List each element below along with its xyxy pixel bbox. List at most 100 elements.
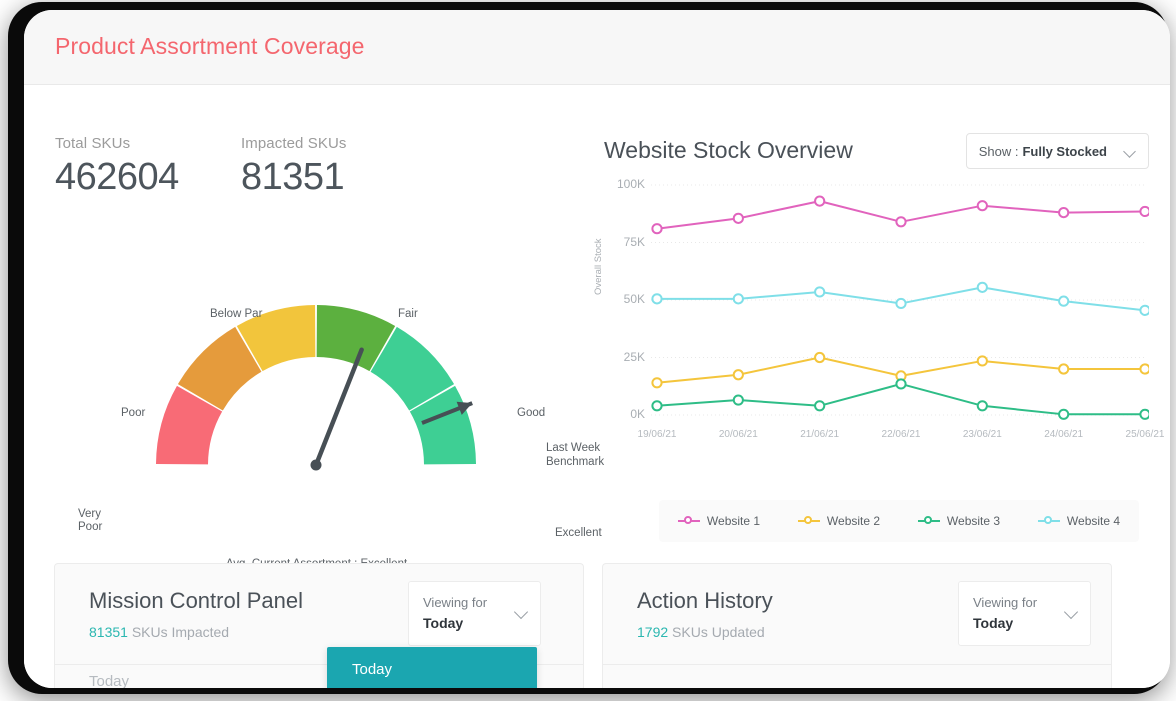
action-panel-count-suffix: SKUs Updated [672,624,765,640]
chart-data-point[interactable] [976,400,988,412]
mission-viewing-dropdown[interactable]: Viewing for Today [408,581,541,646]
action-panel-count: 1792 [637,624,669,640]
legend-label: Website 3 [946,514,1001,528]
kpi-impacted-skus-value: 81351 [241,156,345,198]
kpi-impacted-skus-label: Impacted SKUs [241,135,347,152]
chart-data-point[interactable] [814,400,826,412]
chart-data-point[interactable] [732,394,744,406]
legend-marker-icon [1037,515,1060,527]
gauge-needle [313,347,364,468]
chart-x-tick: 20/06/21 [718,429,758,440]
chart-x-tick: 19/06/21 [637,429,677,440]
gauge-label-good: Good [517,407,546,419]
chart-data-point[interactable] [1139,408,1151,420]
gauge-label-very-poor: Very Poor [78,508,103,533]
action-history-panel: Action History 1792 SKUs Updated Viewing… [602,563,1112,688]
chart-data-point[interactable] [976,281,988,293]
chart-y-tick: 50K [623,292,645,306]
dropdown-option-today[interactable]: Today [352,661,392,678]
chart-legend: Website 1 Website 2 Website 3 Website 4 [659,500,1139,542]
legend-item[interactable]: Website 1 [677,514,761,528]
gauge-label-fair: Fair [398,308,418,320]
chart-data-point[interactable] [651,400,663,412]
legend-marker-icon [677,515,700,527]
chart-data-point[interactable] [814,195,826,207]
gauge-svg [156,305,476,471]
chart-title: Website Stock Overview [604,137,853,163]
chart-data-point[interactable] [1058,206,1070,219]
legend-label: Website 4 [1066,514,1121,528]
action-panel-title: Action History [637,588,773,613]
legend-item[interactable]: Website 4 [1037,514,1121,528]
gauge-needle-hub [310,459,322,471]
action-viewing-label: Viewing for [973,595,1038,610]
chart-x-tick: 21/06/21 [800,429,840,440]
chart-x-tick: 25/06/21 [1125,429,1165,440]
app-header: Product Assortment Coverage [24,10,1170,85]
mission-panel-subtitle: 81351 SKUs Impacted [89,624,229,640]
chart-data-point[interactable] [814,351,826,364]
chart-data-point[interactable] [1058,408,1070,420]
mission-viewing-value: Today [423,615,464,631]
action-viewing-dropdown[interactable]: Viewing for Today [958,581,1091,646]
legend-marker-icon [917,515,940,527]
chart-y-tick: 0K [630,407,645,421]
action-panel-subtitle: 1792 SKUs Updated [637,624,765,640]
chart-data-point[interactable] [732,369,744,381]
line-chart: Overall Stock 0K 25K 50K 75K 100K 19/06/21 20… [593,177,1164,457]
action-viewing-value: Today [973,615,1014,631]
chevron-down-icon [1066,607,1077,618]
gauge-label-poor: Poor [121,407,146,419]
chart-data-point[interactable] [976,355,988,367]
divider [603,664,1111,665]
mission-panel-title: Mission Control Panel [89,588,303,613]
legend-item[interactable]: Website 3 [917,514,1001,528]
mission-panel-count: 81351 [89,624,128,640]
mission-viewing-label: Viewing for [423,595,488,610]
chevron-down-icon [1125,146,1136,157]
chart-y-tick: 25K [623,349,645,364]
page-title: Product Assortment Coverage [55,33,365,59]
mission-row-label: Today [89,673,130,688]
chart-data-point[interactable] [1058,295,1070,307]
chart-y-tick: 75K [623,234,645,249]
assortment-gauge: Very Poor Poor Below Par Fair Good Excel… [44,220,605,570]
chart-data-point[interactable] [1139,304,1151,316]
chart-data-point[interactable] [895,378,907,390]
gauge-label-below-par: Below Par [210,308,263,320]
chart-data-point[interactable] [651,377,663,389]
kpi-total-skus-label: Total SKUs [55,135,131,152]
chart-data-point[interactable] [732,212,744,224]
kpi-total-skus: Total SKUs 462604 [55,135,179,199]
kpi-impacted-skus: Impacted SKUs 81351 [241,135,347,199]
chart-data-point[interactable] [1139,205,1151,218]
chart-data-point[interactable] [1139,363,1151,375]
chart-data-point[interactable] [895,216,907,228]
viewing-dropdown-menu[interactable]: Today [327,647,537,688]
legend-label: Website 1 [706,514,761,528]
chart-data-point[interactable] [976,200,988,212]
app-screen: Product Assortment Coverage Total SKUs 4… [24,10,1170,688]
chart-x-tick: 24/06/21 [1044,429,1084,440]
chart-x-tick: 22/06/21 [881,429,921,440]
gauge-benchmark-label: Last Week Benchmark [546,442,605,468]
stock-filter-prefix: Show : [978,143,1019,159]
kpi-total-skus-value: 462604 [55,156,179,198]
dashboard-canvas: Total SKUs 462604 Impacted SKUs 81351 Ve… [24,85,1170,688]
chart-data-point[interactable] [814,286,826,298]
legend-marker-icon [797,515,820,527]
chart-data-point[interactable] [732,293,744,305]
legend-label: Website 2 [826,514,881,528]
mission-panel-count-suffix: SKUs Impacted [131,624,230,640]
chart-data-point[interactable] [1058,363,1070,375]
chevron-down-icon [516,607,527,618]
stock-filter-value: Fully Stocked [1022,143,1107,159]
legend-item[interactable]: Website 2 [797,514,881,528]
stock-filter-dropdown[interactable]: Show : Fully Stocked [965,133,1149,169]
gauge-label-excellent: Excellent [555,527,602,539]
device-bezel: Product Assortment Coverage Total SKUs 4… [8,2,1170,694]
chart-data-point[interactable] [895,297,907,310]
chart-data-point[interactable] [651,293,663,305]
chart-data-point[interactable] [651,223,663,235]
chart-y-tick: 100K [616,177,645,191]
